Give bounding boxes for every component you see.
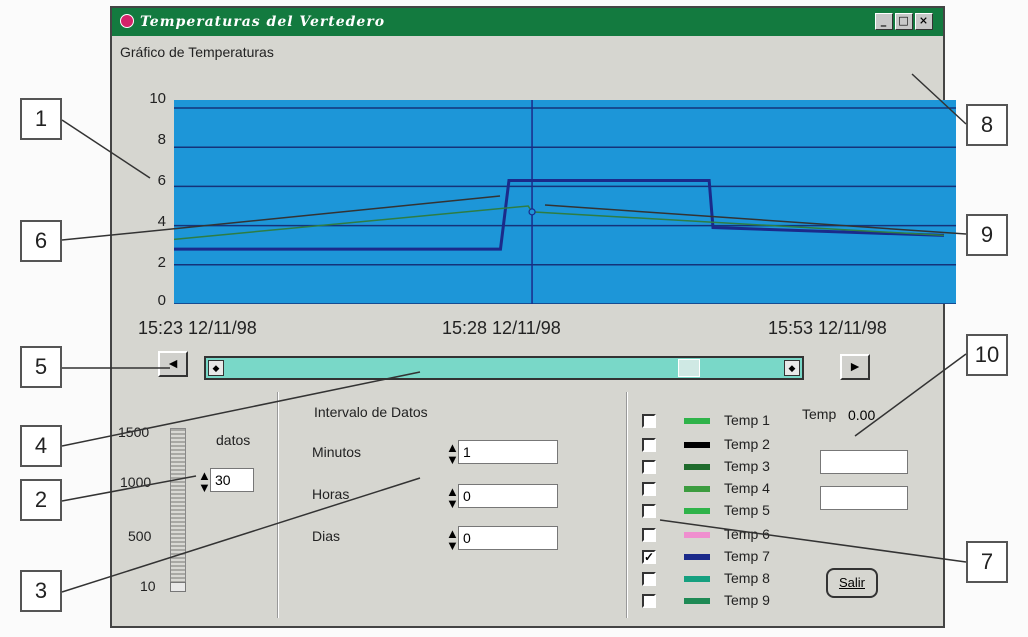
- callout-box: 3: [20, 570, 62, 612]
- datos-scale-label: 1500: [118, 424, 150, 440]
- callout-box: 8: [966, 104, 1008, 146]
- app-window: Temperaturas del Vertedero _ □ × Gráfico…: [110, 6, 956, 628]
- series-checkbox[interactable]: [642, 572, 656, 586]
- callout-box: 6: [20, 220, 62, 262]
- temperature-chart[interactable]: [174, 100, 956, 304]
- horas-input[interactable]: 0: [458, 484, 558, 508]
- y-tick-label: 6: [157, 172, 166, 189]
- minutos-input[interactable]: 1: [458, 440, 558, 464]
- callout-box: 5: [20, 346, 62, 388]
- series-checkbox[interactable]: [642, 594, 656, 608]
- datos-slider-thumb[interactable]: [170, 582, 186, 592]
- window-title: Temperaturas del Vertedero: [140, 14, 386, 30]
- series-label: Temp 7: [724, 548, 770, 564]
- arrow-right-icon: ►: [848, 358, 862, 374]
- datos-scale-label: 1000: [120, 474, 152, 490]
- series-label: Temp 2: [724, 436, 770, 452]
- series-checkbox[interactable]: [642, 504, 656, 518]
- minutos-spin-arrows[interactable]: ▲ ▼: [446, 441, 459, 466]
- time-scrollbar[interactable]: ◆ ◆: [204, 356, 804, 380]
- scrollbar-left-arrow[interactable]: ◆: [208, 360, 224, 376]
- series-label: Temp 8: [724, 570, 770, 586]
- series-color-swatch: [684, 598, 710, 604]
- chart-title: Gráfico de Temperaturas: [120, 44, 274, 60]
- series-checkbox[interactable]: [642, 482, 656, 496]
- series-checkbox[interactable]: [642, 438, 656, 452]
- callout-box: 10: [966, 334, 1008, 376]
- intervalo-title: Intervalo de Datos: [314, 404, 428, 420]
- series-label: Temp 4: [724, 480, 770, 496]
- x-tick-label: 15:53 12/11/98: [768, 318, 887, 338]
- y-tick-label: 4: [157, 213, 166, 230]
- y-tick-label: 0: [157, 292, 166, 309]
- x-tick-label: 15:28 12/11/98: [442, 318, 561, 338]
- scroll-right-button[interactable]: ►: [840, 354, 870, 380]
- series-label: Temp 6: [724, 526, 770, 542]
- group-divider: [277, 392, 279, 618]
- series-label: Temp 9: [724, 592, 770, 608]
- minutos-label: Minutos: [312, 444, 362, 460]
- series-color-swatch: [684, 464, 710, 470]
- horas-spin-arrows[interactable]: ▲ ▼: [446, 485, 459, 510]
- series-label: Temp 5: [724, 502, 770, 518]
- datos-spin-arrows[interactable]: ▲ ▼: [198, 469, 211, 494]
- datos-scale-label: 10: [140, 578, 156, 594]
- dias-label: Dias: [312, 528, 341, 544]
- group-divider: [626, 392, 628, 618]
- callout-box: 4: [20, 425, 62, 467]
- series-line-2: [174, 205, 945, 241]
- series-color-swatch: [684, 508, 710, 514]
- y-tick-label: 2: [157, 254, 166, 271]
- scroll-left-button[interactable]: ◄: [158, 351, 188, 377]
- series-color-swatch: [684, 418, 710, 424]
- dias-input[interactable]: 0: [458, 526, 558, 550]
- callout-box: 1: [20, 98, 62, 140]
- series-checkbox[interactable]: [642, 528, 656, 542]
- series-label: Temp 3: [724, 458, 770, 474]
- series-color-swatch: [684, 532, 710, 538]
- readout-field-2[interactable]: [820, 486, 908, 510]
- cursor-point: [528, 208, 536, 216]
- series-color-swatch: [684, 442, 710, 448]
- dias-spin-arrows[interactable]: ▲ ▼: [446, 527, 459, 552]
- title-bar[interactable]: Temperaturas del Vertedero _ □ ×: [112, 8, 943, 36]
- series-color-swatch: [684, 554, 710, 560]
- arrow-left-icon: ◄: [166, 355, 180, 371]
- y-tick-label: 10: [149, 90, 166, 107]
- series-checkbox[interactable]: ✓: [642, 550, 656, 564]
- series-color-swatch: [684, 576, 710, 582]
- callout-box: 9: [966, 214, 1008, 256]
- temp-readout-label: Temp: [802, 406, 837, 422]
- app-icon[interactable]: [120, 14, 134, 28]
- close-button[interactable]: ×: [915, 13, 933, 30]
- y-tick-label: 8: [157, 131, 166, 148]
- minimize-button[interactable]: _: [875, 13, 893, 30]
- exit-button[interactable]: Salir: [826, 568, 878, 598]
- datos-label: datos: [216, 432, 251, 448]
- series-checkbox[interactable]: [642, 460, 656, 474]
- maximize-button[interactable]: □: [895, 13, 913, 30]
- callout-box: 2: [20, 479, 62, 521]
- scrollbar-thumb[interactable]: [678, 359, 700, 377]
- datos-input[interactable]: 30: [210, 468, 254, 492]
- callout-box: 7: [966, 541, 1008, 583]
- scrollbar-right-arrow[interactable]: ◆: [784, 360, 800, 376]
- temp-readout-value: 0.00: [848, 407, 876, 423]
- datos-scale-label: 500: [128, 528, 152, 544]
- series-color-swatch: [684, 486, 710, 492]
- series-line-1: [174, 179, 945, 251]
- series-label: Temp 1: [724, 412, 770, 428]
- datos-slider-track[interactable]: [170, 428, 186, 588]
- series-checkbox[interactable]: [642, 414, 656, 428]
- readout-field-1[interactable]: [820, 450, 908, 474]
- horas-label: Horas: [312, 486, 350, 502]
- x-tick-label: 15:23 12/11/98: [138, 318, 257, 338]
